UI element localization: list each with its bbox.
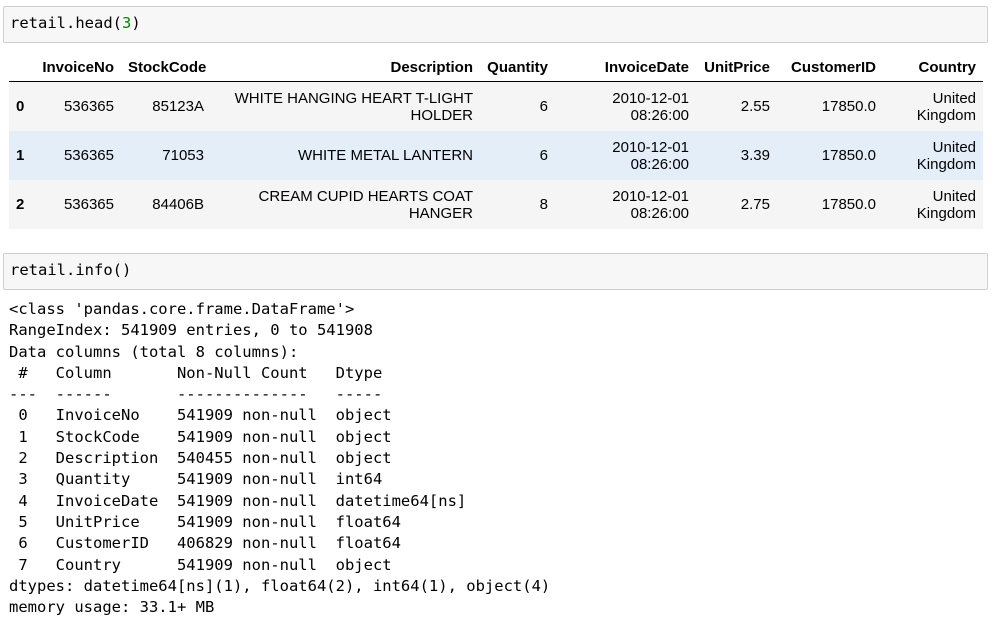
cell-unitprice: 2.55	[740, 98, 770, 115]
table-row: 1 536365 71053 WHITE METAL LANTERN 6 2010-12-…	[9, 131, 983, 180]
cell-stockcode: 85123A	[152, 98, 204, 115]
code-cell-head[interactable]: retail.head(3)	[3, 6, 988, 43]
dataframe-table: InvoiceNo StockCode Description Quantity Inv…	[9, 54, 983, 229]
column-header: Quantity	[480, 54, 555, 82]
cell-description: WHITE HANGING HEART T-LIGHT HOLDER	[234, 89, 473, 124]
cell-country: United Kingdom	[916, 89, 976, 124]
cell-quantity: 6	[539, 98, 548, 115]
cell-stockcode: 84406B	[152, 196, 204, 213]
row-index: 0	[16, 98, 25, 115]
code-text: retail.head(	[10, 14, 122, 32]
code-text: )	[131, 14, 141, 32]
table-body: 0 536365 85123A WHITE HANGING HEART T-LIGHT…	[9, 81, 983, 229]
column-header: StockCode	[121, 54, 211, 82]
column-header: UnitPrice	[696, 54, 777, 82]
cell-description: CREAM CUPID HEARTS COAT HANGER	[258, 187, 473, 222]
info-output: <class 'pandas.core.frame.DataFrame'> Ra…	[9, 300, 551, 617]
header-row: InvoiceNo StockCode Description Quantity Inv…	[9, 54, 983, 82]
cell-invoicedate: 2010-12-01 08:26:00	[612, 89, 689, 124]
cell-stockcode: 71053	[162, 147, 204, 164]
cell-quantity: 6	[539, 147, 548, 164]
table-row: 0 536365 85123A WHITE HANGING HEART T-LIGHT…	[9, 81, 983, 131]
cell-invoiceno: 536365	[63, 196, 114, 213]
cell-quantity: 8	[539, 196, 548, 213]
code-cell-info[interactable]: retail.info()	[3, 253, 988, 290]
cell-invoicedate: 2010-12-01 08:26:00	[612, 138, 689, 173]
table-header: InvoiceNo StockCode Description Quantity Inv…	[9, 54, 983, 82]
cell-customerid: 17850.0	[821, 196, 876, 213]
cell-customerid: 17850.0	[821, 147, 876, 164]
cell-unitprice: 2.75	[740, 196, 770, 213]
table-row: 2 536365 84406B CREAM CUPID HEARTS COAT HAN…	[9, 180, 983, 229]
cell-invoicedate: 2010-12-01 08:26:00	[612, 187, 689, 222]
row-index: 2	[16, 196, 25, 213]
row-index: 1	[16, 147, 25, 164]
cell-description: WHITE METAL LANTERN	[297, 147, 473, 164]
code-number: 3	[121, 14, 132, 32]
column-header: InvoiceDate	[555, 54, 696, 82]
cell-unitprice: 3.39	[740, 147, 770, 164]
cell-country: United Kingdom	[916, 187, 976, 222]
code-line[interactable]: retail.info()	[10, 261, 131, 279]
cell-invoiceno: 536365	[63, 147, 114, 164]
column-header: Country	[883, 54, 983, 82]
column-header: InvoiceNo	[35, 54, 121, 82]
cell-country: United Kingdom	[916, 138, 976, 173]
column-header: CustomerID	[777, 54, 883, 82]
column-header: Description	[211, 54, 480, 82]
index-header	[9, 54, 35, 82]
cell-customerid: 17850.0	[821, 98, 876, 115]
code-line[interactable]: retail.head(3)	[10, 14, 141, 32]
cell-invoiceno: 536365	[63, 98, 114, 115]
